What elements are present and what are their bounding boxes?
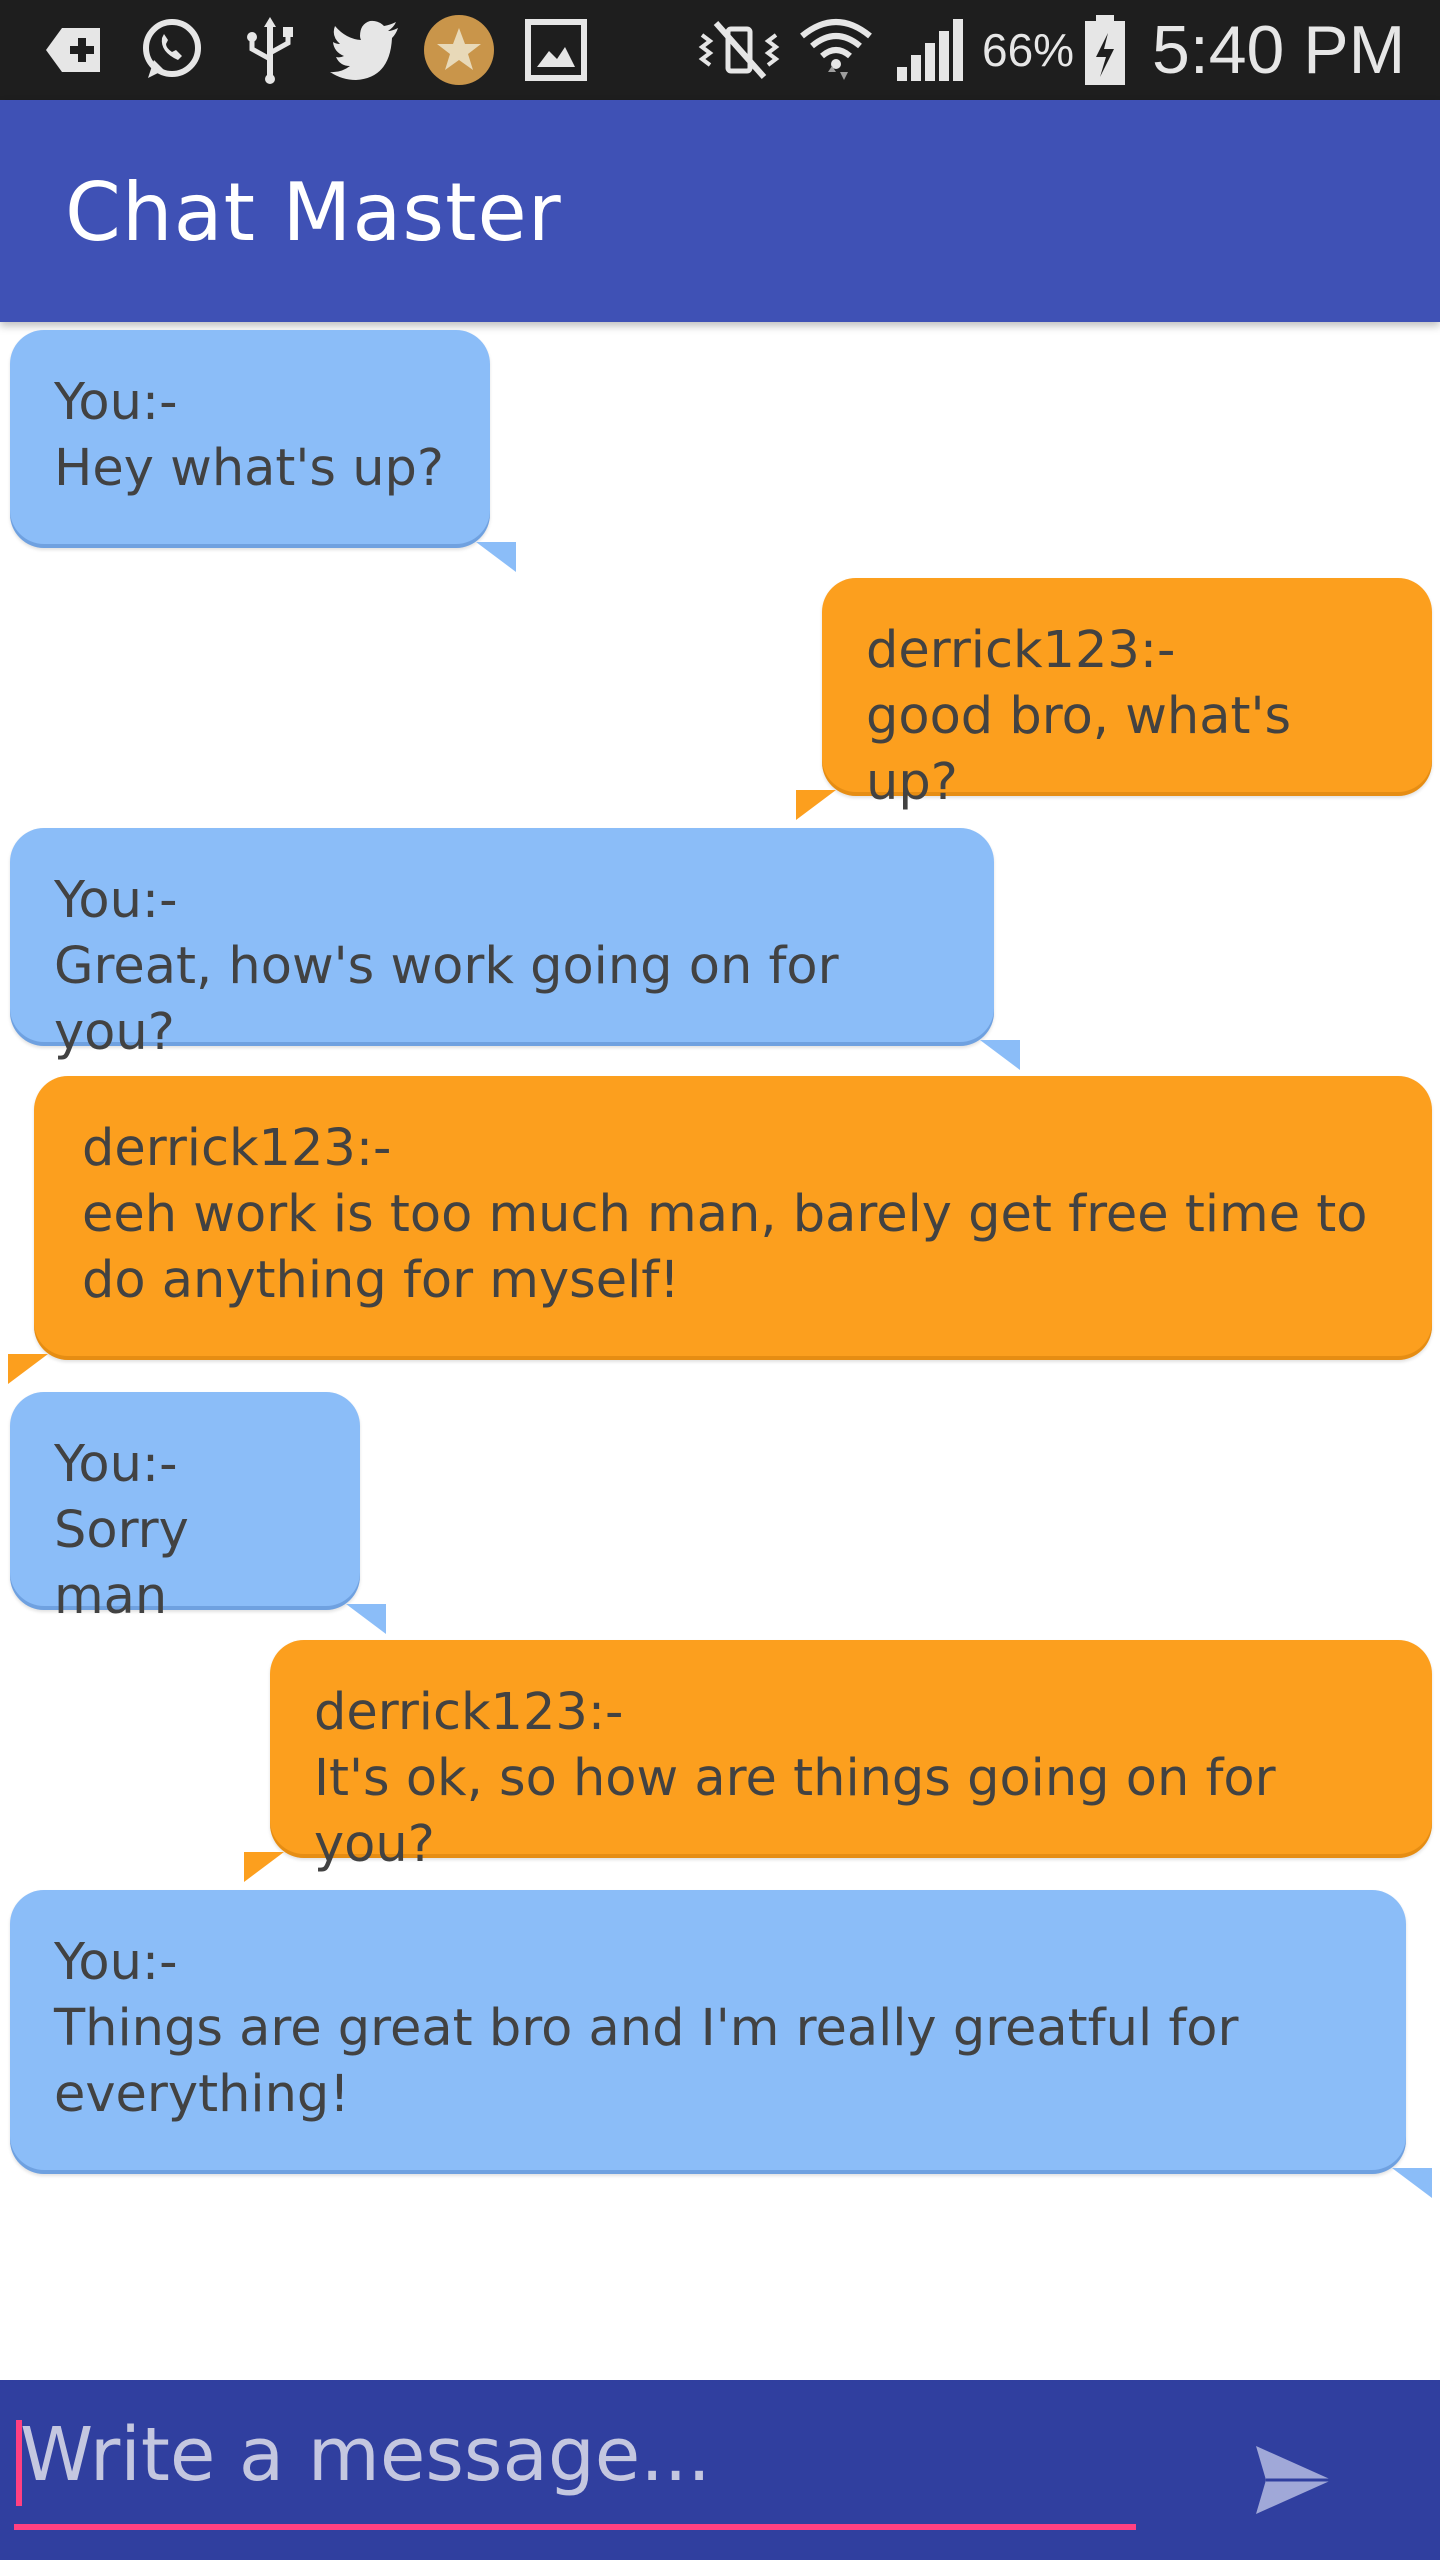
message-text: Great, how's work going on for you? [54, 937, 839, 1062]
bubble-tail [244, 1852, 284, 1882]
message-bubble-other[interactable]: derrick123:- good bro, what's up? [822, 578, 1432, 812]
message-bubble-other[interactable]: derrick123:- It's ok, so how are things … [270, 1640, 1432, 1874]
twitter-icon [326, 14, 404, 86]
message-text: good bro, what's up? [866, 687, 1292, 812]
clock: 5:40 PM [1152, 12, 1406, 88]
chat-list[interactable]: You:- Hey what's up? derrick123:- good b… [0, 322, 1440, 2380]
message-text: It's ok, so how are things going on for … [314, 1749, 1276, 1874]
send-button[interactable] [1244, 2430, 1344, 2530]
bubble-tail [8, 1354, 48, 1384]
whatsapp-icon [132, 14, 212, 86]
app-bar: Chat Master [0, 100, 1440, 322]
message-bubble-you[interactable]: You:- Things are great bro and I'm reall… [10, 1890, 1406, 2174]
message-sender: You:- [54, 1933, 178, 1992]
wifi-icon [796, 14, 876, 86]
input-underline [14, 2524, 1136, 2530]
bubble-tail [1392, 2168, 1432, 2198]
message-sender: You:- [54, 871, 178, 930]
star-icon [420, 14, 498, 86]
send-icon [1256, 2446, 1332, 2514]
message-text: Hey what's up? [54, 439, 444, 498]
message-sender: derrick123:- [314, 1683, 624, 1742]
message-text: eeh work is too much man, barely get fre… [82, 1185, 1368, 1310]
message-sender: You:- [54, 373, 178, 432]
battery-percent: 66% [982, 24, 1075, 76]
bubble-tail [796, 790, 836, 820]
message-input[interactable] [14, 2400, 1134, 2510]
status-bar: 66% 5:40 PM [0, 0, 1440, 100]
image-icon [520, 14, 592, 86]
message-text: Sorry man [54, 1501, 189, 1626]
message-sender: derrick123:- [866, 621, 1176, 680]
text-cursor [16, 2420, 22, 2506]
message-sender: derrick123:- [82, 1119, 392, 1178]
message-bubble-you[interactable]: You:- Sorry man [10, 1392, 360, 1626]
message-bubble-you[interactable]: You:- Hey what's up? [10, 330, 490, 548]
bubble-tail [980, 1040, 1020, 1070]
message-sender: You:- [54, 1435, 178, 1494]
signal-icon [892, 14, 968, 86]
usb-icon [234, 14, 306, 86]
bubble-tail [346, 1604, 386, 1634]
battery-icon [1080, 14, 1130, 86]
message-text: Things are great bro and I'm really grea… [54, 1999, 1239, 2124]
bubble-tail [476, 542, 516, 572]
message-bubble-you[interactable]: You:- Great, how's work going on for you… [10, 828, 994, 1062]
composer-bar [0, 2380, 1440, 2560]
mute-icon [694, 14, 784, 86]
add-box-icon [38, 14, 110, 86]
app-title: Chat Master [65, 166, 562, 259]
message-bubble-other[interactable]: derrick123:- eeh work is too much man, b… [34, 1076, 1432, 1360]
